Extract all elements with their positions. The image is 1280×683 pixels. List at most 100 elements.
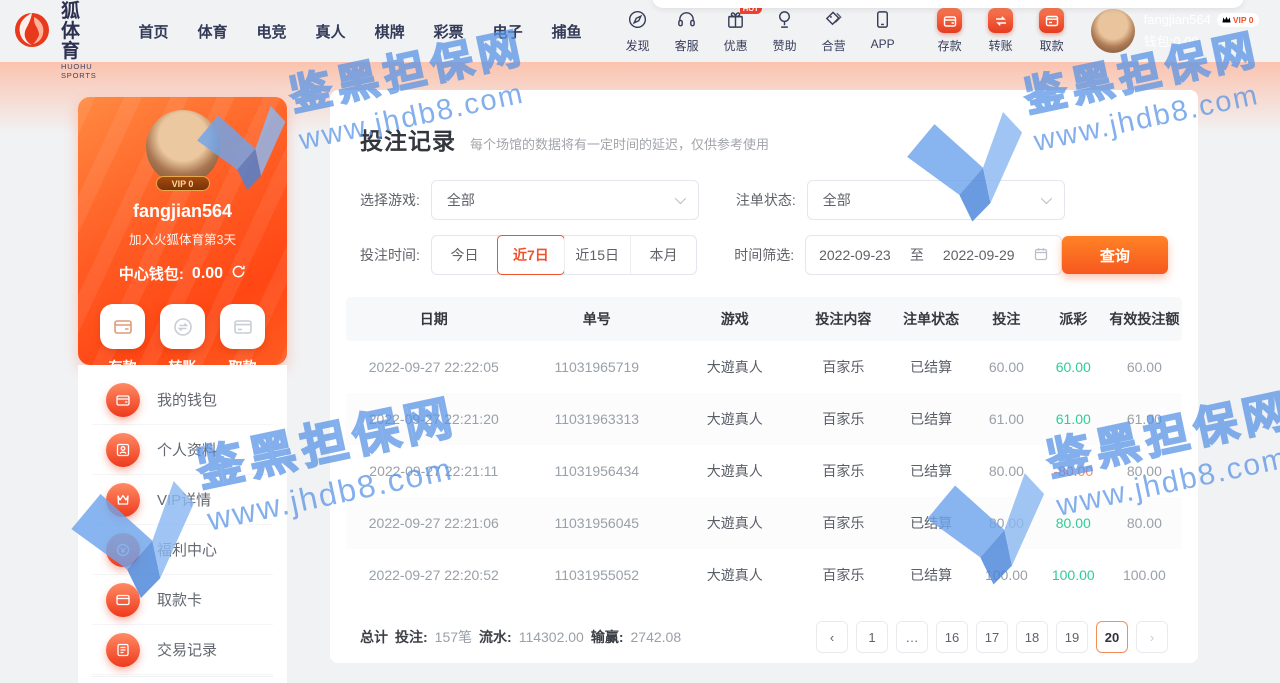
nav-item-live[interactable]: 真人 [316, 21, 346, 42]
discover-button[interactable]: 发现 [620, 9, 656, 54]
brand-logo[interactable]: 火狐体育 HUOHU SPORTS [10, 0, 97, 80]
nav-item-chess[interactable]: 棋牌 [375, 21, 405, 42]
discover-label: 发现 [626, 37, 650, 54]
nav-item-esports[interactable]: 电竞 [257, 21, 287, 42]
nav-item-sports[interactable]: 体育 [198, 21, 228, 42]
status-select[interactable]: 全部 [807, 180, 1065, 220]
col-order: 单号 [522, 297, 672, 341]
segment-today[interactable]: 今日 [432, 236, 497, 274]
transfer-label: 转账 [989, 37, 1013, 54]
nav-item-slots[interactable]: 电子 [493, 21, 523, 42]
partner-label: 合营 [822, 37, 846, 54]
pagination-prev-button[interactable]: ‹ [816, 621, 848, 653]
segment-last15days[interactable]: 近15日 [564, 236, 630, 274]
center-wallet-label: 中心钱包: [119, 263, 184, 284]
table-row: 2022-09-27 22:22:05 11031965719 大遊真人 百家乐… [346, 341, 1182, 393]
transfer-arrows-icon [160, 304, 205, 349]
table-row: 2022-09-27 22:21:06 11031956045 大遊真人 百家乐… [346, 497, 1182, 549]
sidebar-transfer-button[interactable]: 转账 [160, 304, 205, 365]
col-date: 日期 [346, 297, 522, 341]
support-label: 客服 [675, 37, 699, 54]
support-button[interactable]: 客服 [669, 9, 705, 54]
sponsor-button[interactable]: 赞助 [767, 9, 803, 54]
partner-button[interactable]: 合营 [816, 9, 852, 54]
pagination-page-17[interactable]: 17 [976, 621, 1008, 653]
sidebar-item-withdraw-card[interactable]: 取款卡 [92, 575, 273, 625]
chevron-down-icon [1041, 193, 1052, 204]
payout-cell: 61.00 [1040, 393, 1107, 445]
totals-summary: 总计 投注: 157笔 流水: 114302.00 输赢: 2742.08 [360, 627, 681, 647]
withdraw-button[interactable]: 取款 [1035, 8, 1069, 54]
sidebar-item-transactions[interactable]: 交易记录 [92, 625, 273, 675]
sidebar-withdraw-button[interactable]: 取款 [220, 304, 265, 365]
date-range-picker[interactable]: 2022-09-23 至 2022-09-29 [805, 235, 1062, 275]
center-wallet: 中心钱包: 0.00 [78, 263, 287, 284]
record-icon [106, 633, 140, 667]
profile-card: VIP 0 fangjian564 加入火狐体育第3天 中心钱包: 0.00 [78, 97, 287, 365]
sidebar-item-vip[interactable]: VIP详情 [92, 475, 273, 525]
app-button[interactable]: APP [865, 9, 901, 54]
brand-title: 火狐体育 [61, 0, 97, 62]
compass-icon [627, 9, 648, 35]
pagination-ellipsis[interactable]: … [896, 621, 928, 653]
game-filter-label: 选择游戏: [360, 190, 420, 210]
date-start[interactable]: 2022-09-23 [819, 247, 891, 263]
sidebar-item-my-wallet[interactable]: 我的钱包 [92, 375, 273, 425]
deposit-wallet-icon [100, 304, 145, 349]
game-select[interactable]: 全部 [431, 180, 699, 220]
time-filter-label: 投注时间: [360, 245, 420, 265]
transfer-button[interactable]: 转账 [984, 8, 1018, 54]
nav-item-home[interactable]: 首页 [139, 21, 169, 42]
col-status: 注单状态 [889, 297, 973, 341]
coin-icon [106, 533, 140, 567]
refresh-icon[interactable] [231, 264, 246, 283]
profile-vip-badge: VIP 0 [156, 176, 210, 191]
nav-item-fishing[interactable]: 捕鱼 [552, 21, 582, 42]
pagination-page-18[interactable]: 18 [1016, 621, 1048, 653]
table-row: 2022-09-27 22:21:11 11031956434 大遊真人 百家乐… [346, 445, 1182, 497]
sidebar-item-profile[interactable]: 个人资料 [92, 425, 273, 475]
center-wallet-value: 0.00 [192, 265, 223, 283]
vip-badge: VIP 0 [1217, 13, 1259, 27]
profile-username: fangjian564 [78, 201, 287, 222]
filter-row-1: 选择游戏: 全部 注单状态: 全部 [346, 180, 1182, 220]
page-title: 投注记录 [360, 122, 456, 156]
user-account[interactable]: fangjian564 VIP 0 钱包:0.00 [1091, 9, 1259, 53]
table-row: 2022-09-27 22:20:52 11031955052 大遊真人 百家乐… [346, 549, 1182, 601]
segment-this-month[interactable]: 本月 [630, 236, 696, 274]
pagination-next-button[interactable]: › [1136, 621, 1168, 653]
vip-medal-icon [106, 483, 140, 517]
promo-button[interactable]: HOT 优惠 [718, 9, 754, 54]
header-wallet-balance: 钱包:0.00 [1144, 31, 1259, 50]
card-icon [106, 583, 140, 617]
sidebar-deposit-button[interactable]: 存款 [100, 304, 145, 365]
nav-item-lottery[interactable]: 彩票 [434, 21, 464, 42]
pagination-page-19[interactable]: 19 [1056, 621, 1088, 653]
segment-last7days[interactable]: 近7日 [497, 236, 563, 274]
pagination-page-16[interactable]: 16 [936, 621, 968, 653]
headset-icon [676, 9, 697, 35]
top-navbar: 火狐体育 HUOHU SPORTS 首页 体育 电竞 真人 棋牌 彩票 电子 捕… [0, 0, 1280, 62]
page-subtitle: 每个场馆的数据将有一定时间的延迟，仅供参考使用 [470, 134, 769, 153]
date-range-label: 时间筛选: [734, 245, 794, 265]
status-filter-label: 注单状态: [736, 190, 796, 210]
bet-records-table: 日期 单号 游戏 投注内容 注单状态 投注 派彩 有效投注额 2022-09-2… [346, 297, 1182, 601]
table-footer: 总计 投注: 157笔 流水: 114302.00 输赢: 2742.08 ‹ … [346, 621, 1182, 653]
chevron-down-icon [675, 193, 686, 204]
sidebar-divider [92, 676, 273, 677]
date-end[interactable]: 2022-09-29 [943, 247, 1015, 263]
col-bet: 投注 [973, 297, 1040, 341]
promo-label: 优惠 [724, 37, 748, 54]
filter-row-2: 投注时间: 今日 近7日 近15日 本月 时间筛选: 2022-09-23 至 … [346, 235, 1182, 275]
search-button[interactable]: 查询 [1062, 236, 1168, 274]
pagination-page-1[interactable]: 1 [856, 621, 888, 653]
pagination-page-20-active[interactable]: 20 [1096, 621, 1128, 653]
user-avatar[interactable] [1091, 9, 1135, 53]
payout-cell: 100.00 [1040, 549, 1107, 601]
wallet-actions-group: 存款 转账 取款 [933, 8, 1069, 54]
sidebar-item-welfare[interactable]: 福利中心 [92, 525, 273, 575]
profile-avatar[interactable] [146, 110, 220, 184]
date-separator: 至 [910, 245, 924, 265]
deposit-button[interactable]: 存款 [933, 8, 967, 54]
calendar-icon [1034, 247, 1048, 264]
